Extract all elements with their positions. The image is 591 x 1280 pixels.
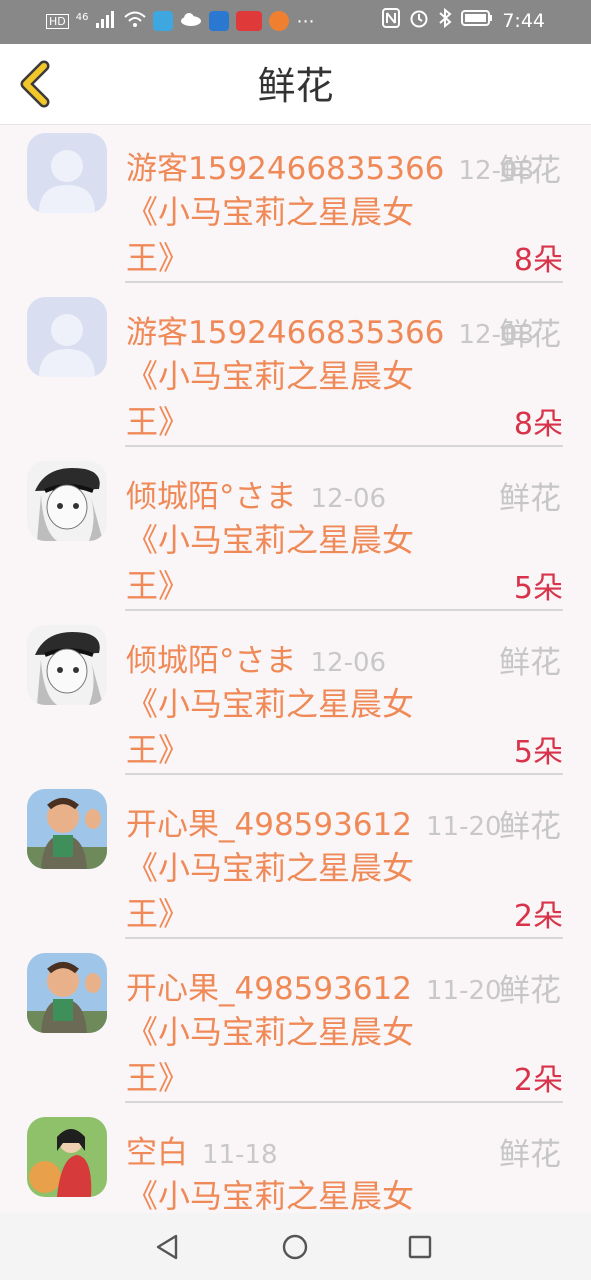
back-triangle-icon [156, 1234, 178, 1260]
status-right: 7:44 [382, 7, 545, 33]
gift-count: 2朵 [513, 899, 563, 934]
book-title[interactable]: 《小马宝莉之星晨女王》 [126, 681, 446, 773]
gift-type: 鲜花 [499, 809, 561, 845]
divider [125, 445, 563, 447]
book-title[interactable]: 《小马宝莉之星晨女王》 [126, 353, 446, 445]
system-nav-bar [0, 1213, 591, 1280]
more-icon: ⋯ [296, 10, 315, 32]
gift-type: 鲜花 [499, 1137, 561, 1173]
list-item[interactable]: 空白 11-18 鲜花 《小马宝莉之星晨女王》 [0, 1109, 591, 1213]
user-name: 开心果_498593612 [126, 971, 413, 1007]
alarm-icon [409, 8, 429, 33]
user-name: 倾城陌°さま [126, 479, 297, 515]
user-name: 开心果_498593612 [126, 807, 413, 843]
post-date: 11-20 [426, 976, 502, 1006]
hd-indicator: HD [46, 13, 69, 29]
flower-list: 游客1592466835366 12-08 鲜花 《小马宝莉之星晨女王》 8朵 游… [0, 125, 591, 1213]
gift-type: 鲜花 [499, 153, 561, 189]
user-name-line: 开心果_498593612 11-20 [126, 963, 502, 1008]
home-circle-icon [282, 1234, 308, 1260]
divider [125, 609, 563, 611]
user-name: 空白 [126, 1135, 188, 1171]
user-name-line: 游客1592466835366 12-08 [126, 307, 534, 352]
gift-count: 5朵 [513, 735, 563, 770]
post-date: 12-06 [310, 648, 387, 678]
user-name: 倾城陌°さま [126, 643, 297, 679]
nfc-icon [382, 8, 401, 33]
avatar [27, 1117, 107, 1197]
user-name-line: 空白 11-18 [126, 1127, 278, 1172]
user-name: 游客1592466835366 [126, 315, 445, 351]
send-icon [209, 11, 230, 31]
user-name-line: 倾城陌°さま 12-06 [126, 635, 386, 680]
clock-time: 7:44 [502, 9, 545, 32]
list-item[interactable]: 倾城陌°さま 12-06 鲜花 《小马宝莉之星晨女王》 5朵 [0, 617, 591, 781]
book-title[interactable]: 《小马宝莉之星晨女王》 [126, 1009, 446, 1101]
gift-count: 2朵 [513, 1063, 563, 1098]
news-app-icon [236, 11, 263, 31]
post-date: 12-06 [310, 484, 387, 514]
divider [125, 281, 563, 283]
user-name-line: 开心果_498593612 11-20 [126, 799, 502, 844]
recents-square-icon [408, 1235, 432, 1259]
app-header: 鲜花 [0, 44, 591, 125]
wifi-icon [124, 10, 147, 32]
bluetooth-icon [438, 7, 452, 33]
gift-type: 鲜花 [499, 973, 561, 1009]
list-item[interactable]: 游客1592466835366 12-08 鲜花 《小马宝莉之星晨女王》 8朵 [0, 125, 591, 289]
avatar [27, 953, 107, 1033]
avatar [27, 625, 107, 705]
avatar [27, 133, 107, 213]
nav-recents-button[interactable] [404, 1231, 436, 1263]
page-title: 鲜花 [257, 64, 334, 108]
post-date: 11-18 [202, 1140, 278, 1170]
user-name-line: 倾城陌°さま 12-06 [126, 471, 386, 516]
list-item[interactable]: 开心果_498593612 11-20 鲜花 《小马宝莉之星晨女王》 2朵 [0, 945, 591, 1109]
gift-type: 鲜花 [499, 317, 561, 353]
gift-type: 鲜花 [499, 645, 561, 681]
divider [125, 1101, 563, 1103]
gift-count: 5朵 [513, 571, 563, 606]
list-item[interactable]: 倾城陌°さま 12-06 鲜花 《小马宝莉之星晨女王》 5朵 [0, 453, 591, 617]
list-item[interactable]: 开心果_498593612 11-20 鲜花 《小马宝莉之星晨女王》 2朵 [0, 781, 591, 945]
user-name: 游客1592466835366 [126, 151, 445, 187]
cloud-icon [180, 11, 202, 31]
divider [125, 773, 563, 775]
play-icon [269, 11, 290, 31]
gift-count: 8朵 [513, 243, 563, 278]
divider [125, 937, 563, 939]
nav-back-button[interactable] [152, 1231, 184, 1263]
book-title[interactable]: 《小马宝莉之星晨女王》 [126, 517, 446, 609]
app-icon [153, 11, 174, 31]
avatar [27, 461, 107, 541]
status-left: HD 46 ⋯ [46, 10, 314, 32]
battery-icon [461, 9, 493, 32]
status-bar: HD 46 ⋯ 7:44 [0, 0, 591, 44]
post-date: 11-20 [426, 812, 502, 842]
avatar [27, 789, 107, 869]
book-title[interactable]: 《小马宝莉之星晨女王》 [126, 1173, 446, 1213]
gift-type: 鲜花 [499, 481, 561, 517]
nav-home-button[interactable] [279, 1231, 311, 1263]
network-indicator: 46 [75, 11, 89, 23]
book-title[interactable]: 《小马宝莉之星晨女王》 [126, 845, 446, 937]
gift-count: 8朵 [513, 407, 563, 442]
signal-icon [95, 10, 117, 32]
avatar [27, 297, 107, 377]
list-item[interactable]: 游客1592466835366 12-08 鲜花 《小马宝莉之星晨女王》 8朵 [0, 289, 591, 453]
book-title[interactable]: 《小马宝莉之星晨女王》 [126, 189, 446, 281]
user-name-line: 游客1592466835366 12-08 [126, 143, 534, 188]
